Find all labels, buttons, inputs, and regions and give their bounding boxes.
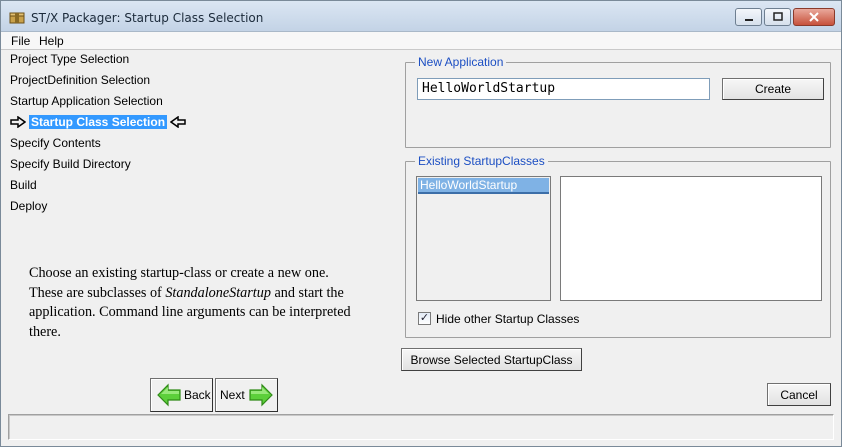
step-deploy[interactable]: Deploy bbox=[10, 199, 47, 213]
description-line-2-pre: These are subclasses of bbox=[29, 284, 166, 301]
minimize-button[interactable] bbox=[735, 8, 762, 26]
green-left-arrow-icon bbox=[157, 383, 181, 407]
menu-file[interactable]: File bbox=[11, 34, 30, 48]
existing-startup-classes-title: Existing StartupClasses bbox=[415, 154, 548, 168]
back-button[interactable]: Back bbox=[150, 378, 213, 412]
step-project-definition[interactable]: ProjectDefinition Selection bbox=[10, 73, 150, 87]
right-pointer-icon bbox=[10, 116, 26, 128]
step-startup-class[interactable]: Startup Class Selection bbox=[10, 115, 186, 129]
menu-bar: File Help bbox=[1, 32, 841, 50]
package-icon bbox=[9, 12, 25, 24]
current-step-label: Startup Class Selection bbox=[29, 115, 168, 129]
step-description: Choose an existing startup-class or crea… bbox=[29, 264, 385, 342]
title-bar[interactable]: ST/X Packager: Startup Class Selection bbox=[1, 1, 841, 32]
description-line-3: application. Command line arguments can … bbox=[29, 304, 351, 320]
existing-startup-classes-group: Existing StartupClasses HelloWorldStartu… bbox=[405, 154, 831, 338]
description-line-1: Choose an existing startup-class or crea… bbox=[29, 265, 329, 281]
cancel-button[interactable]: Cancel bbox=[767, 383, 831, 406]
next-label: Next bbox=[220, 388, 245, 402]
description-line-2: These are subclasses of StandaloneStartu… bbox=[29, 284, 385, 304]
new-application-title: New Application bbox=[415, 55, 507, 69]
description-line-2-class: StandaloneStartup bbox=[165, 284, 271, 301]
application-name-input[interactable]: HelloWorldStartup bbox=[417, 78, 710, 100]
hide-other-classes-label[interactable]: Hide other Startup Classes bbox=[436, 312, 579, 326]
description-line-4: there. bbox=[29, 323, 61, 340]
step-specify-contents[interactable]: Specify Contents bbox=[10, 136, 101, 150]
class-detail-pane[interactable] bbox=[560, 176, 822, 301]
startup-class-list[interactable]: HelloWorldStartup bbox=[416, 176, 551, 301]
new-application-group: New Application HelloWorldStartup Create bbox=[405, 55, 831, 148]
status-bar bbox=[8, 414, 834, 440]
step-project-type[interactable]: Project Type Selection bbox=[10, 52, 129, 66]
window-title: ST/X Packager: Startup Class Selection bbox=[31, 11, 264, 25]
step-startup-application[interactable]: Startup Application Selection bbox=[10, 94, 163, 108]
window-controls bbox=[735, 8, 835, 26]
next-button[interactable]: Next bbox=[215, 378, 278, 412]
green-right-arrow-icon bbox=[249, 383, 273, 407]
step-build[interactable]: Build bbox=[10, 178, 37, 192]
left-pointer-icon bbox=[170, 116, 186, 128]
list-item[interactable]: HelloWorldStartup bbox=[418, 178, 549, 194]
maximize-button[interactable] bbox=[764, 8, 791, 26]
description-line-2-post: and start the bbox=[270, 284, 344, 301]
hide-other-classes-checkbox[interactable]: ✓ bbox=[418, 312, 431, 325]
create-button[interactable]: Create bbox=[722, 78, 824, 100]
close-button[interactable] bbox=[793, 8, 835, 26]
minimize-icon bbox=[744, 19, 753, 21]
close-icon bbox=[809, 12, 819, 22]
step-build-directory[interactable]: Specify Build Directory bbox=[10, 157, 131, 171]
back-label: Back bbox=[184, 388, 211, 402]
menu-help[interactable]: Help bbox=[39, 34, 64, 48]
browse-startup-class-button[interactable]: Browse Selected StartupClass bbox=[401, 348, 582, 371]
packager-window: ST/X Packager: Startup Class Selection F… bbox=[0, 0, 842, 447]
maximize-icon bbox=[772, 12, 783, 21]
